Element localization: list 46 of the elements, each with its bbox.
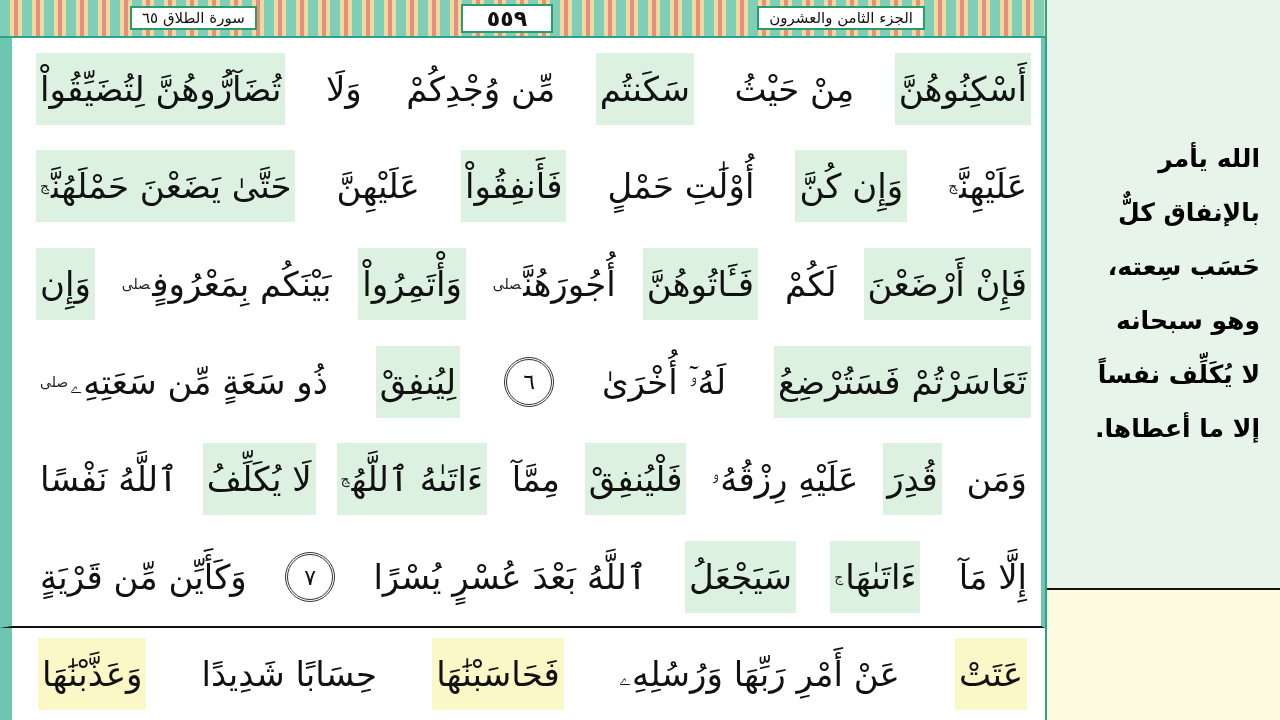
verse-text: لَا يُكَلِّفُ (202, 443, 316, 516)
verse-text: وَعَذَّبْنَٰهَا (38, 638, 147, 710)
verse-text: أُجُورَهُنَّ$^{صلى}$ (488, 248, 620, 321)
verse-text: ٱللَّهُ بَعْدَ عُسْرٍ يُسْرًا (369, 541, 651, 614)
verse-text: أَسْكِنُوهُنَّ (894, 52, 1031, 125)
verse-text: قُدِرَ (883, 443, 942, 516)
verse-text: مِمَّآ (509, 458, 562, 502)
verse-text: مِنْ حَيْثُ (733, 67, 856, 111)
verse-text: وَإِن (36, 248, 95, 321)
verse-text: فَإِنْ أَرْضَعْنَ (863, 248, 1031, 321)
verse-text: لَكُمْ (780, 248, 841, 321)
verse-text: تَعَاسَرْتُمْ فَسَتُرْضِعُ (774, 345, 1031, 418)
verse-text: سَكَنتُم (595, 52, 695, 125)
verse-text: مِّن وُجْدِكُمْ (402, 52, 560, 125)
verse-text: عَتَتْ (955, 638, 1027, 710)
verse-text: وَإِن كُنَّ (795, 150, 908, 223)
verse-text: فَأَنفِقُواْ (460, 150, 567, 223)
verse-text: عَنْ أَمْرِ رَبِّهَا وَرُسُلِهِۦ (615, 638, 904, 710)
verse-text: إِلَّا مَآ (954, 541, 1031, 614)
surah-title: سورة الطلاق ٦٥ (130, 6, 257, 30)
verse-text: فَـَٔاتُوهُنَّ (642, 248, 759, 321)
page-number: ٥٥٩ (460, 3, 554, 33)
verse-text: تُضَآرُّوهُنَّ لِتُضَيِّقُواْ (36, 52, 286, 125)
verse-text: عَلَيْهِنَّ$^{ج}$ (944, 150, 1031, 223)
verse-text: عَلَيْهِ رِزْقُهُۥ (707, 443, 863, 516)
commentary-text: الله يأمر بالإنفاق كلٌّ حَسَب سِعته، وهو سبحانه لا يُكَلِّف نفساً إلا ما أعطاها. (1094, 141, 1260, 445)
verse-text: وَلَا (324, 67, 363, 111)
verse-text: لَهُۥٓ أُخْرَىٰ (597, 345, 731, 418)
verse-text: أُوْلَٰتِ حَمْلٍ (603, 150, 759, 223)
verse-text: ءَاتَىٰهُ ٱللَّهُ$^{ج}$ (336, 443, 488, 516)
verse-text: ءَاتَىٰهَا$^{ج}$ (830, 541, 921, 614)
verse-text: وَمَن (965, 458, 1028, 502)
verse-text: بَيْنَكُم بِمَعْرُوفٍ$^{صلى}$ (117, 248, 336, 321)
verse-text: لِيُنفِقْ (375, 345, 461, 418)
verse-text: عَلَيْهِنَّ (332, 150, 424, 223)
verse-text: فَلْيُنفِقْ (584, 443, 687, 516)
juz-title: الجزء الثامن والعشرون (757, 6, 925, 30)
verse-number-marker: ٧ (285, 552, 336, 603)
verse-text: ٱللَّهُ نَفْسًا (36, 443, 183, 516)
verse-text: فَحَاسَبْنَٰهَا (432, 638, 564, 710)
verse-text: حِسَابًا شَدِيدًا (200, 653, 378, 696)
verse-text: سَيَجْعَلُ (685, 541, 796, 614)
verse-text: ذُو سَعَةٍ مِّن سَعَتِهِۦ$^{صلى}$ (39, 360, 329, 406)
verse-text: حَتَّىٰ يَضَعْنَ حَمْلَهُنَّ$^{ج}$ (36, 150, 296, 223)
verse-text: وَأْتَمِرُواْ (358, 248, 466, 321)
verse-text: وَكَأَيِّن مِّن قَرْيَةٍ (36, 541, 251, 614)
